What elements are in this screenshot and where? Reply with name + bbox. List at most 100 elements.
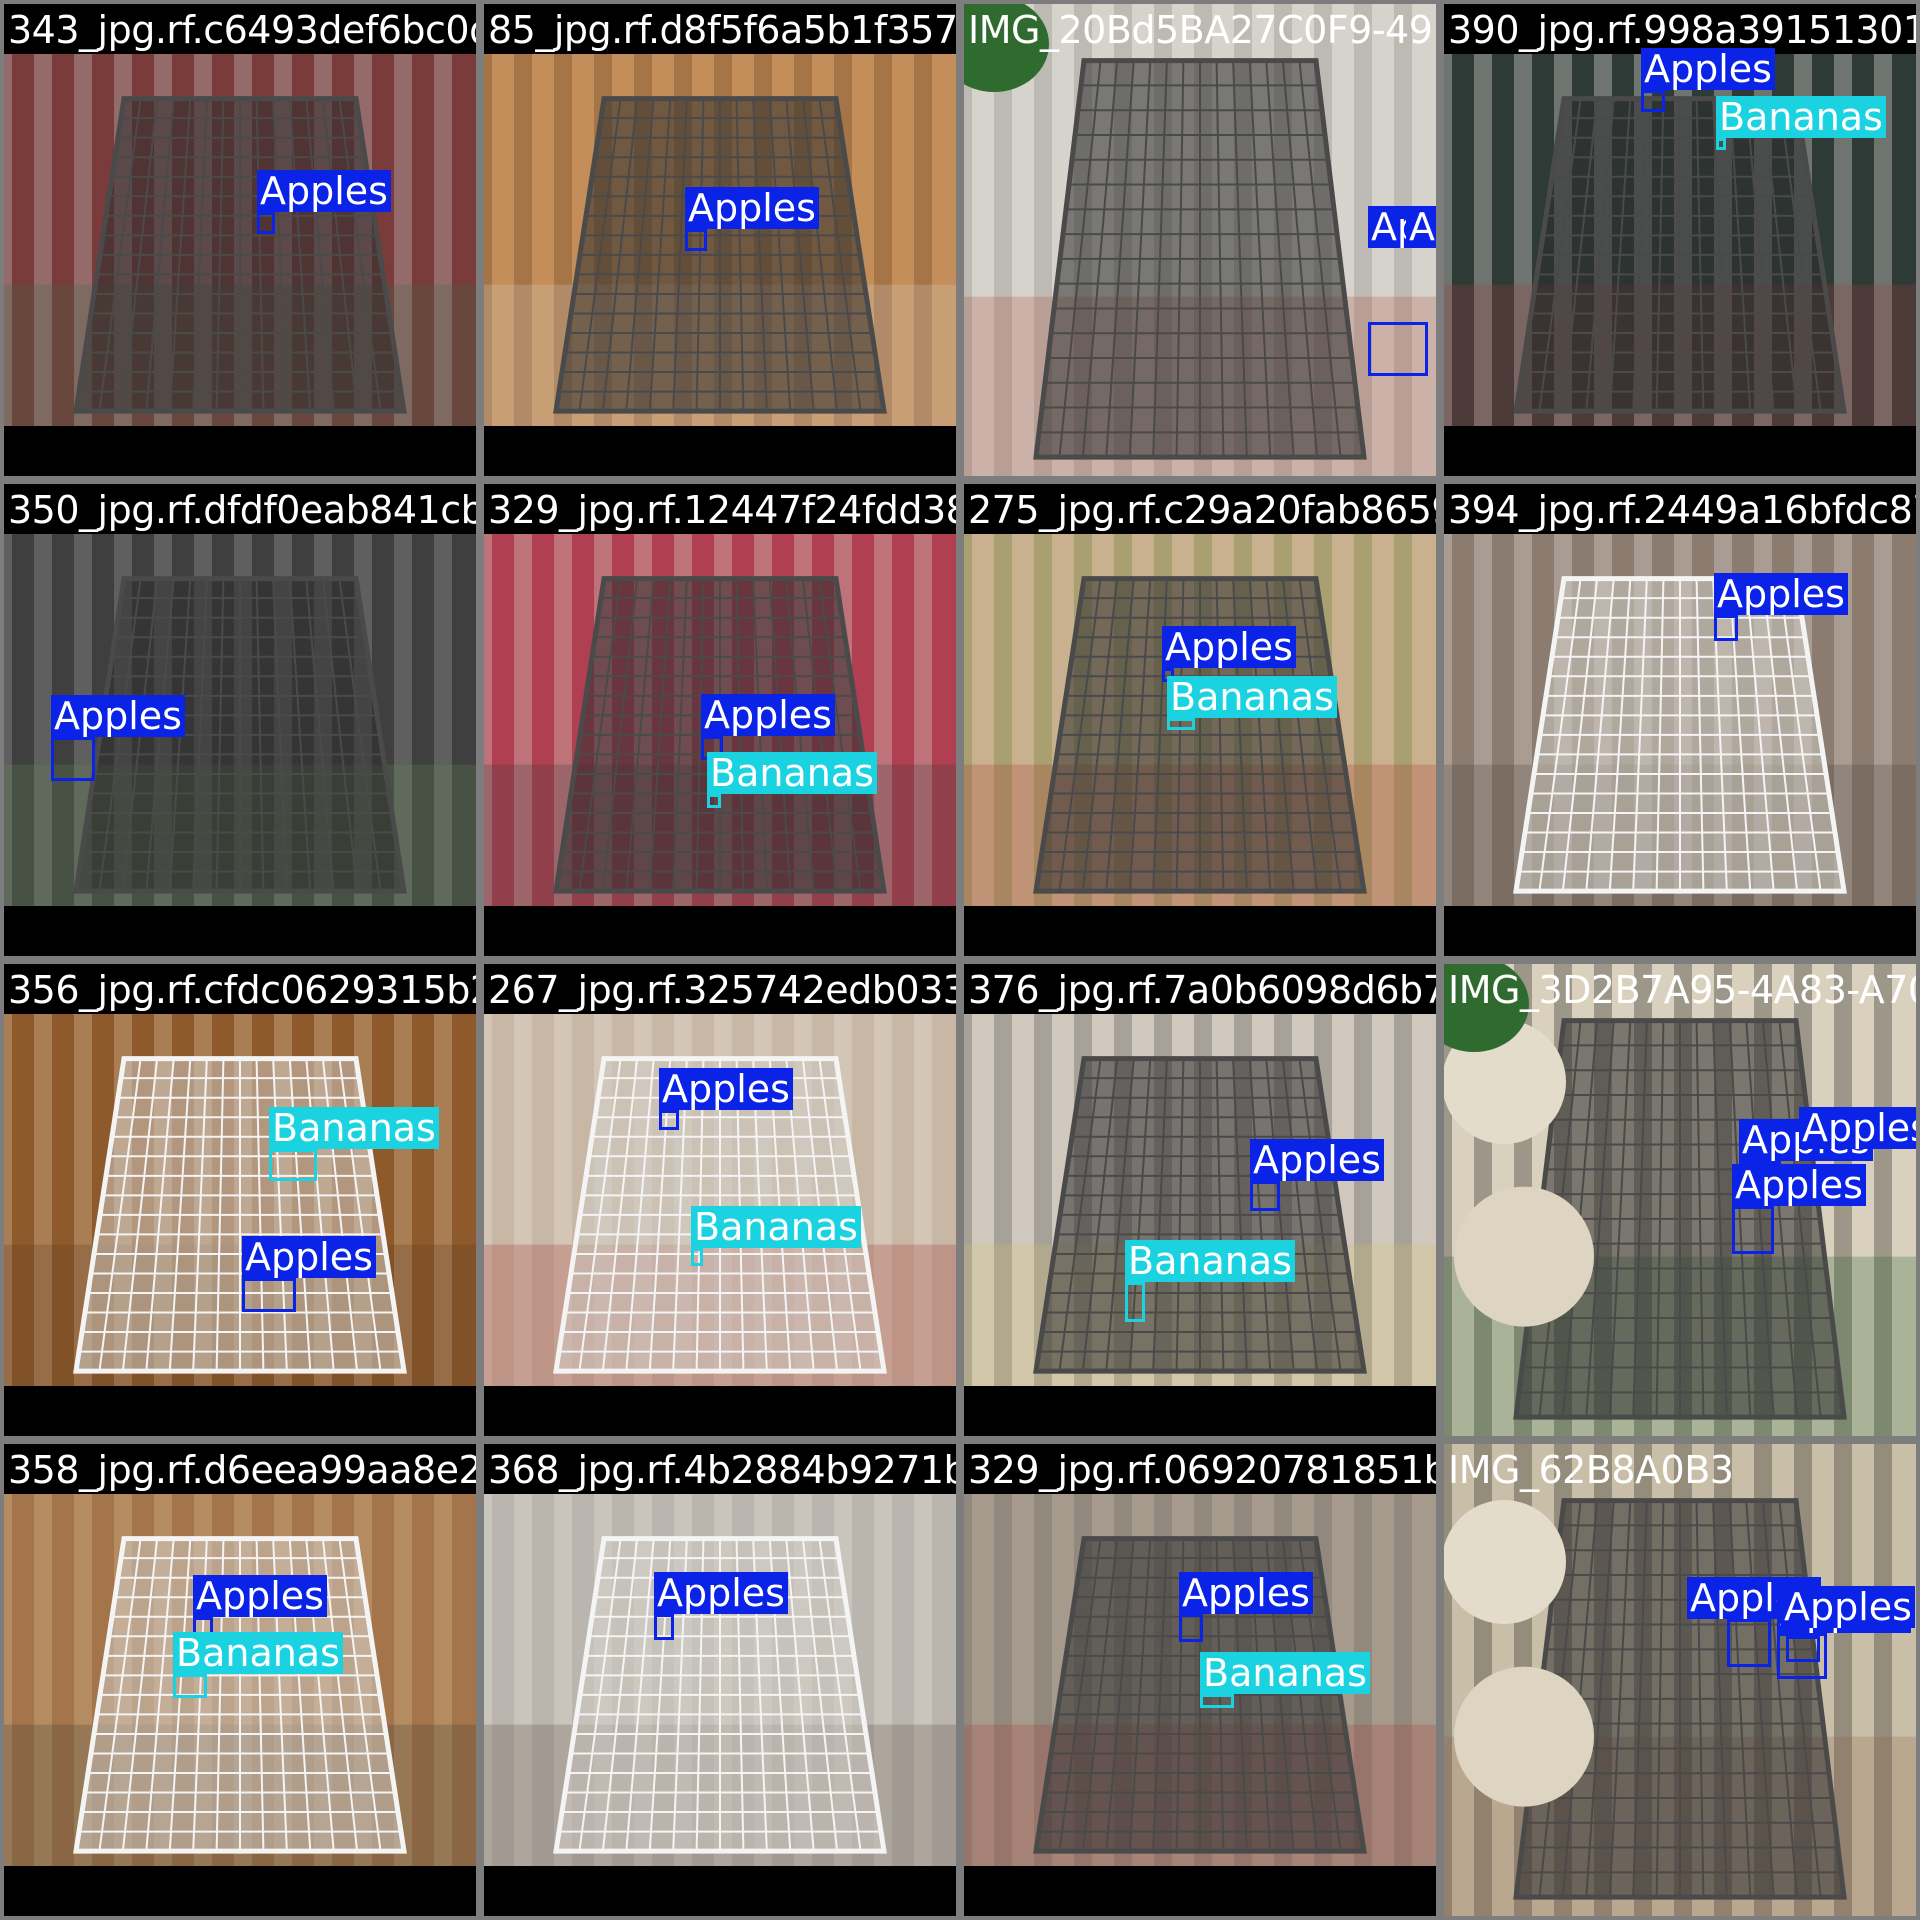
- apples-label: Apples: [242, 1236, 376, 1278]
- mosaic-tile: 368_jpg.rf.4b2884b9271ba7e Apples: [480, 1440, 960, 1920]
- tile-photo: 390_jpg.rf.998a3915130106Apples Bananas: [1444, 4, 1916, 476]
- shopping-cart-photo: [4, 1014, 476, 1386]
- apples-label: Apples: [1250, 1139, 1384, 1181]
- tile-photo: 358_jpg.rf.d6eea99aa8e253 Apples Bananas: [4, 1444, 476, 1916]
- apples-label: Apples: [257, 170, 391, 212]
- tile-photo: 275_jpg.rf.c29a20fab865960c5 Apples Banana…: [964, 484, 1436, 956]
- apples-label: Apples: [1162, 626, 1296, 668]
- shopping-cart-photo: [4, 54, 476, 426]
- tile-filename: 329_jpg.rf.12447f24fdd3843: [488, 488, 956, 532]
- tile-photo: IMG_20Bd5BA27C0F9-49F-B1549A2-5DE99856 Ap…: [964, 4, 1436, 476]
- tile-filename: 376_jpg.rf.7a0b6098d6b781e2: [968, 968, 1436, 1012]
- tile-filename: 329_jpg.rf.06920781851b95073: [968, 1448, 1436, 1492]
- tile-filename: 356_jpg.rf.cfdc0629315b2d0a: [8, 968, 476, 1012]
- tile-photo: 394_jpg.rf.2449a16bfdc8781 Apples: [1444, 484, 1916, 956]
- mosaic-tile: 267_jpg.rf.325742edb033e39 Apples Bananas: [480, 960, 960, 1440]
- shopping-cart-photo: [484, 1494, 956, 1866]
- apples-bounding-box: [685, 229, 707, 251]
- mosaic-tile: 85_jpg.rf.d8f5f6a5b1f3577864c9b5db62d App…: [480, 0, 960, 480]
- bananas-label: Bananas: [691, 1206, 861, 1248]
- tile-photo: 329_jpg.rf.06920781851b95073 Apples Banana…: [964, 1444, 1436, 1916]
- tile-filename: 275_jpg.rf.c29a20fab865960c5: [968, 488, 1436, 532]
- bananas-bounding-box: [1125, 1282, 1145, 1322]
- mosaic-tile: IMG_62B8A0B3ApplesApplesApples: [1440, 1440, 1920, 1920]
- shopping-cart-photo: [4, 1494, 476, 1866]
- tile-photo: 350_jpg.rf.dfdf0eab841cbf163 Apples: [4, 484, 476, 956]
- bananas-bounding-box: [1716, 138, 1726, 150]
- apples-bounding-box: [1368, 322, 1428, 376]
- tile-photo: IMG_3D2B7A95-4A83-A70ApplesApplesApples: [1444, 964, 1916, 1436]
- bananas-bounding-box: [1200, 1694, 1234, 1708]
- tile-filename: 267_jpg.rf.325742edb033e39: [488, 968, 956, 1012]
- tile-photo: 329_jpg.rf.12447f24fdd3843 Apples Bananas: [484, 484, 956, 956]
- tile-photo: 368_jpg.rf.4b2884b9271ba7e Apples: [484, 1444, 956, 1916]
- apples-bounding-box: [51, 737, 95, 781]
- bananas-label: Bananas: [269, 1107, 439, 1149]
- tile-filename: IMG_62B8A0B3: [1448, 1448, 1734, 1492]
- shopping-cart-photo: [964, 1014, 1436, 1386]
- apples-bounding-box: [1179, 1614, 1203, 1642]
- apples-label: Apples: [193, 1575, 327, 1617]
- shopping-cart-photo: [484, 54, 956, 426]
- bananas-label: Bananas: [1716, 96, 1886, 138]
- shopping-cart-photo: [964, 4, 1436, 476]
- apples-bounding-box: [1714, 615, 1738, 641]
- mosaic-tile: IMG_3D2B7A95-4A83-A70ApplesApplesApples: [1440, 960, 1920, 1440]
- apples-bounding-box: [1732, 1206, 1774, 1254]
- bananas-bounding-box: [1167, 718, 1195, 730]
- tile-filename: 390_jpg.rf.998a3915130106: [1448, 8, 1916, 52]
- apples-label: Apples: [701, 694, 835, 736]
- apples-label: Apples: [685, 187, 819, 229]
- apples-bounding-box: [1727, 1619, 1771, 1667]
- apples-bounding-box: [1641, 90, 1665, 112]
- apples-label: Apples: [659, 1068, 793, 1110]
- bananas-label: Bananas: [707, 752, 877, 794]
- apples-bounding-box: [242, 1278, 296, 1312]
- mosaic-tile: 350_jpg.rf.dfdf0eab841cbf163 Apples: [0, 480, 480, 960]
- mosaic-tile: 343_jpg.rf.c6493def6bc0d9a85d83c885d7635…: [0, 0, 480, 480]
- apples-bounding-box: [257, 212, 275, 234]
- shopping-cart-photo: [1444, 1444, 1916, 1916]
- apples-label: Apples: [1714, 573, 1848, 615]
- tile-photo: 85_jpg.rf.d8f5f6a5b1f3577864c9b5db62d App…: [484, 4, 956, 476]
- mosaic-tile: 329_jpg.rf.06920781851b95073 Apples Banana…: [960, 1440, 1440, 1920]
- shopping-cart-photo: [964, 534, 1436, 906]
- mosaic-tile: 376_jpg.rf.7a0b6098d6b781e2 Apples Bananas: [960, 960, 1440, 1440]
- bananas-bounding-box: [691, 1248, 703, 1266]
- apples-bounding-box: [1786, 1636, 1820, 1662]
- mosaic-tile: IMG_20Bd5BA27C0F9-49F-B1549A2-5DE99856 Ap…: [960, 0, 1440, 480]
- tile-photo: 376_jpg.rf.7a0b6098d6b781e2 Apples Bananas: [964, 964, 1436, 1436]
- apples-bounding-box: [654, 1614, 674, 1640]
- apples-label: Apples: [1732, 1164, 1866, 1206]
- mosaic-tile: 329_jpg.rf.12447f24fdd3843 Apples Bananas: [480, 480, 960, 960]
- bananas-bounding-box: [707, 794, 721, 808]
- tile-filename: 85_jpg.rf.d8f5f6a5b1f3577864c9b5db62d: [488, 8, 956, 52]
- mosaic-tile: 356_jpg.rf.cfdc0629315b2d0a Bananas Apples: [0, 960, 480, 1440]
- tile-photo: 343_jpg.rf.c6493def6bc0d9a85d83c885d7635…: [4, 4, 476, 476]
- bananas-label: Bananas: [1167, 676, 1337, 718]
- apples-bounding-box: [1250, 1181, 1280, 1211]
- tile-filename: 350_jpg.rf.dfdf0eab841cbf163: [8, 488, 476, 532]
- apples-bounding-box: [659, 1110, 679, 1130]
- bananas-bounding-box: [269, 1149, 317, 1181]
- apples-label: Apples: [1799, 1107, 1916, 1149]
- bananas-label: Bananas: [173, 1632, 343, 1674]
- tile-photo: IMG_62B8A0B3ApplesApplesApples: [1444, 1444, 1916, 1916]
- tile-filename: 394_jpg.rf.2449a16bfdc8781: [1448, 488, 1916, 532]
- mosaic-tile: 275_jpg.rf.c29a20fab865960c5 Apples Banana…: [960, 480, 1440, 960]
- tile-filename: IMG_20Bd5BA27C0F9-49F-B1549A2-5DE99856: [968, 8, 1436, 52]
- bananas-label: Bananas: [1125, 1240, 1295, 1282]
- mosaic-tile: 394_jpg.rf.2449a16bfdc8781 Apples: [1440, 480, 1920, 960]
- tile-filename: IMG_3D2B7A95-4A83-A70: [1448, 968, 1916, 1012]
- tile-filename: 368_jpg.rf.4b2884b9271ba7e: [488, 1448, 956, 1492]
- tile-filename: 358_jpg.rf.d6eea99aa8e253: [8, 1448, 476, 1492]
- apples-label: Apples: [1641, 48, 1775, 90]
- apples-label: Apples: [1406, 206, 1436, 248]
- apples-label: Apples: [1179, 1572, 1313, 1614]
- mosaic-tile: 390_jpg.rf.998a3915130106Apples Bananas: [1440, 0, 1920, 480]
- detection-mosaic: 343_jpg.rf.c6493def6bc0d9a85d83c885d7635…: [0, 0, 1920, 1920]
- tile-photo: 267_jpg.rf.325742edb033e39 Apples Bananas: [484, 964, 956, 1436]
- apples-label: Apples: [51, 695, 185, 737]
- bananas-bounding-box: [173, 1674, 207, 1698]
- mosaic-tile: 358_jpg.rf.d6eea99aa8e253 Apples Bananas: [0, 1440, 480, 1920]
